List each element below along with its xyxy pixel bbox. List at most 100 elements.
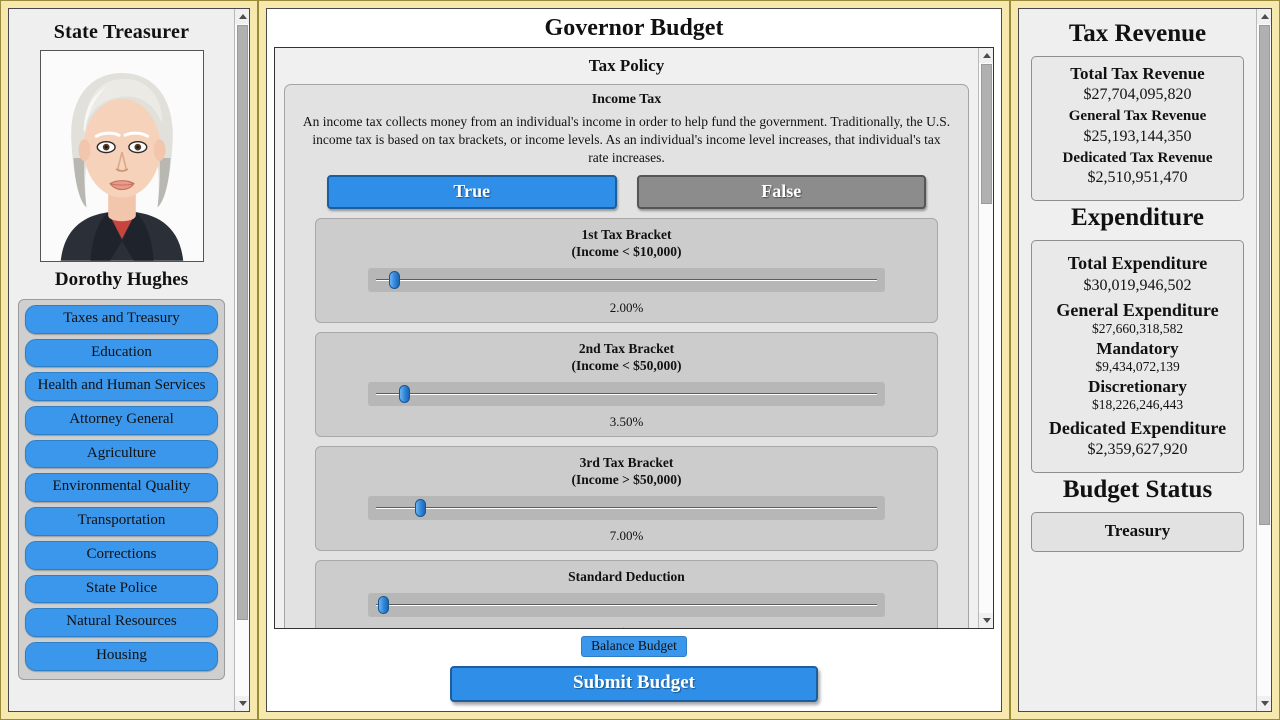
slider-card-standard-deduction: Standard Deduction $0 bbox=[315, 560, 938, 628]
dedicated-tax-revenue-value: $2,510,951,470 bbox=[1087, 169, 1188, 187]
right-summary-panel: Tax Revenue Total Tax Revenue $27,704,09… bbox=[1010, 0, 1280, 720]
policy-scroll-content: Tax Policy Income Tax An income tax coll… bbox=[275, 48, 978, 628]
right-panel-inner: Tax Revenue Total Tax Revenue $27,704,09… bbox=[1018, 8, 1272, 712]
department-list: Taxes and Treasury Education Health and … bbox=[18, 299, 225, 680]
dedicated-tax-revenue-label: Dedicated Tax Revenue bbox=[1062, 149, 1213, 166]
sidebar-item-health-and-human-services[interactable]: Health and Human Services bbox=[25, 372, 218, 402]
scroll-up-arrow-icon[interactable] bbox=[979, 48, 993, 63]
tax-revenue-heading: Tax Revenue bbox=[1068, 20, 1207, 47]
slider-card-3rd-tax-bracket: 3rd Tax Bracket (Income > $50,000) 7.00% bbox=[315, 446, 938, 552]
policy-scrollbar[interactable] bbox=[978, 48, 993, 628]
center-panel-inner: Governor Budget Tax Policy Income Tax An… bbox=[266, 8, 1002, 712]
mandatory-label: Mandatory bbox=[1096, 338, 1179, 358]
sidebar-role-title: State Treasurer bbox=[53, 21, 190, 43]
slider-subtitle-1: (Income < $10,000) bbox=[571, 244, 682, 260]
sidebar-item-natural-resources[interactable]: Natural Resources bbox=[25, 608, 218, 637]
submit-budget-button[interactable]: Submit Budget bbox=[450, 666, 818, 702]
discretionary-value: $18,226,246,443 bbox=[1091, 396, 1184, 412]
sidebar-item-attorney-general[interactable]: Attorney General bbox=[25, 406, 218, 435]
left-sidebar-inner: State Treasurer Dorothy Hughes Taxes and… bbox=[8, 8, 250, 712]
slider-1st-tax-bracket[interactable] bbox=[368, 268, 885, 293]
slider-track-4 bbox=[376, 604, 877, 607]
slider-title-2: 2nd Tax Bracket bbox=[578, 341, 675, 357]
center-panel-body: Governor Budget Tax Policy Income Tax An… bbox=[267, 9, 1001, 711]
balance-budget-button[interactable]: Balance Budget bbox=[581, 636, 687, 657]
slider-value-2: 3.50% bbox=[609, 414, 644, 430]
sidebar-scrollbar-thumb[interactable] bbox=[237, 25, 248, 620]
right-panel-scrollbar-thumb[interactable] bbox=[1259, 25, 1270, 525]
sidebar-item-agriculture[interactable]: Agriculture bbox=[25, 439, 218, 469]
slider-subtitle-2: (Income < $50,000) bbox=[571, 358, 682, 374]
policy-false-button[interactable]: False bbox=[636, 175, 926, 210]
slider-value-1: 2.00% bbox=[609, 300, 644, 316]
slider-3rd-tax-bracket[interactable] bbox=[368, 496, 885, 521]
slider-track-1 bbox=[376, 279, 877, 282]
policy-toggle-group: True False bbox=[295, 175, 958, 218]
slider-track-2 bbox=[376, 393, 877, 396]
general-expenditure-value: $27,660,318,582 bbox=[1091, 320, 1184, 336]
sidebar-item-state-police[interactable]: State Police bbox=[25, 574, 218, 604]
right-panel-content: Tax Revenue Total Tax Revenue $27,704,09… bbox=[1019, 9, 1256, 711]
slider-subtitle-3: (Income > $50,000) bbox=[571, 472, 682, 488]
sidebar-item-taxes-and-treasury[interactable]: Taxes and Treasury bbox=[25, 305, 218, 334]
discretionary-label: Discretionary bbox=[1088, 376, 1187, 396]
mandatory-value: $9,434,072,139 bbox=[1095, 358, 1180, 374]
slider-thumb-4[interactable] bbox=[378, 596, 390, 615]
expenditure-box: Total Expenditure $30,019,946,502 Genera… bbox=[1031, 240, 1244, 474]
slider-thumb-2[interactable] bbox=[399, 385, 411, 404]
budget-status-treasury-label: Treasury bbox=[1104, 521, 1171, 541]
general-expenditure-label: General Expenditure bbox=[1056, 299, 1219, 320]
slider-track-3 bbox=[376, 507, 877, 510]
official-portrait bbox=[39, 50, 204, 262]
total-tax-revenue-label: Total Tax Revenue bbox=[1070, 64, 1205, 83]
policy-true-button[interactable]: True bbox=[327, 175, 617, 210]
budget-actions: Balance Budget Submit Budget bbox=[267, 629, 1001, 711]
scroll-down-arrow-icon[interactable] bbox=[1257, 696, 1271, 711]
left-sidebar-content: State Treasurer Dorothy Hughes Taxes and… bbox=[9, 9, 234, 711]
dedicated-expenditure-label: Dedicated Expenditure bbox=[1048, 417, 1227, 438]
total-tax-revenue-value: $27,704,095,820 bbox=[1083, 86, 1192, 104]
slider-standard-deduction[interactable] bbox=[368, 593, 885, 618]
scroll-up-arrow-icon[interactable] bbox=[1257, 9, 1271, 24]
slider-card-1st-tax-bracket: 1st Tax Bracket (Income < $10,000) 2.00% bbox=[315, 218, 938, 324]
left-sidebar-panel: State Treasurer Dorothy Hughes Taxes and… bbox=[0, 0, 258, 720]
official-name: Dorothy Hughes bbox=[54, 269, 189, 290]
slider-2nd-tax-bracket[interactable] bbox=[368, 382, 885, 407]
slider-value-3: 7.00% bbox=[609, 528, 644, 544]
budget-status-heading: Budget Status bbox=[1062, 476, 1213, 504]
dedicated-expenditure-value: $2,359,627,920 bbox=[1087, 441, 1188, 459]
scroll-down-arrow-icon[interactable] bbox=[979, 613, 993, 628]
right-panel-scrollbar[interactable] bbox=[1256, 9, 1271, 711]
budget-simulator-window: State Treasurer Dorothy Hughes Taxes and… bbox=[0, 0, 1280, 720]
sidebar-item-transportation[interactable]: Transportation bbox=[25, 507, 218, 536]
slider-title-3: 3rd Tax Bracket bbox=[579, 455, 674, 471]
center-budget-panel: Governor Budget Tax Policy Income Tax An… bbox=[258, 0, 1010, 720]
sidebar-item-education[interactable]: Education bbox=[25, 338, 218, 368]
page-title: Governor Budget bbox=[267, 9, 1001, 47]
income-tax-card: Income Tax An income tax collects money … bbox=[284, 84, 969, 628]
tax-revenue-box: Total Tax Revenue $27,704,095,820 Genera… bbox=[1031, 56, 1244, 202]
slider-title-1: 1st Tax Bracket bbox=[581, 227, 672, 243]
slider-value-4: $0 bbox=[316, 625, 937, 628]
section-title: Tax Policy bbox=[588, 56, 665, 75]
policy-scrollbar-thumb[interactable] bbox=[981, 64, 992, 204]
slider-card-2nd-tax-bracket: 2nd Tax Bracket (Income < $50,000) 3.50% bbox=[315, 332, 938, 438]
budget-status-box: Treasury bbox=[1031, 512, 1244, 553]
expenditure-heading: Expenditure bbox=[1071, 204, 1204, 232]
scroll-down-arrow-icon[interactable] bbox=[235, 696, 249, 711]
sidebar-item-corrections[interactable]: Corrections bbox=[25, 540, 218, 570]
general-tax-revenue-value: $25,193,144,350 bbox=[1083, 127, 1192, 145]
general-tax-revenue-label: General Tax Revenue bbox=[1068, 108, 1207, 125]
total-expenditure-label: Total Expenditure bbox=[1067, 253, 1208, 274]
sidebar-scrollbar[interactable] bbox=[234, 9, 249, 711]
policy-name: Income Tax bbox=[591, 92, 662, 107]
slider-thumb-1[interactable] bbox=[388, 271, 400, 290]
policy-scroll-area: Tax Policy Income Tax An income tax coll… bbox=[274, 47, 994, 629]
slider-thumb-3[interactable] bbox=[414, 499, 426, 518]
sidebar-item-housing[interactable]: Housing bbox=[25, 641, 218, 671]
sidebar-item-environmental-quality[interactable]: Environmental Quality bbox=[25, 473, 218, 503]
total-expenditure-value: $30,019,946,502 bbox=[1083, 276, 1192, 294]
slider-title-4: Standard Deduction bbox=[568, 569, 685, 585]
policy-description: An income tax collects money from an ind… bbox=[302, 114, 951, 165]
scroll-up-arrow-icon[interactable] bbox=[235, 9, 249, 24]
